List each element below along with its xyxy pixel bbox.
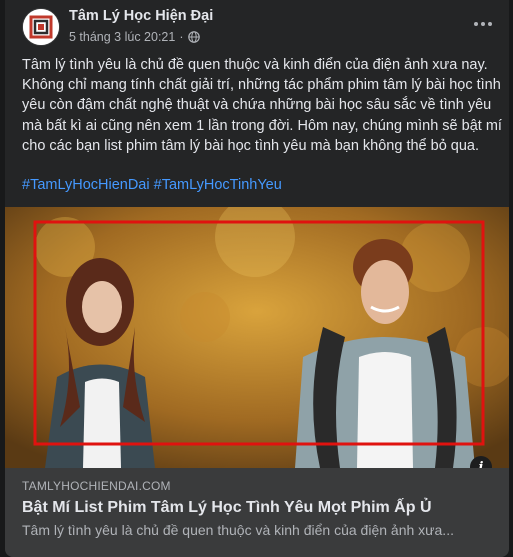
post-body-text: Tâm lý tình yêu là chủ đề quen thuộc và … — [22, 57, 506, 154]
link-preview-bar[interactable]: TAMLYHOCHIENDAI.COM Bật Mí List Phim Tâm… — [5, 468, 509, 557]
more-dot-icon — [474, 22, 478, 26]
link-title[interactable]: Bật Mí List Phim Tâm Lý Học Tình Yêu Mọt… — [22, 499, 432, 517]
page-logo-icon — [23, 9, 59, 45]
globe-icon[interactable] — [187, 31, 200, 43]
meta-separator: · — [179, 30, 184, 44]
post-card: Tâm Lý Học Hiện Đại 5 tháng 3 lúc 20:21 … — [5, 0, 509, 557]
movie-still-image — [5, 207, 509, 468]
link-preview-image[interactable]: i — [5, 207, 509, 468]
more-options-button[interactable] — [469, 10, 497, 38]
post-timestamp[interactable]: 5 tháng 3 lúc 20:21 — [69, 30, 175, 44]
post-meta: 5 tháng 3 lúc 20:21 · — [69, 30, 200, 44]
post-header: Tâm Lý Học Hiện Đại 5 tháng 3 lúc 20:21 … — [5, 0, 509, 50]
hashtag-row: #TamLyHocHienDai #TamLyHocTinhYeu — [22, 177, 282, 193]
link-domain: TAMLYHOCHIENDAI.COM — [22, 479, 171, 493]
page-name[interactable]: Tâm Lý Học Hiện Đại — [69, 8, 213, 24]
hashtag-link[interactable]: #TamLyHocTinhYeu — [154, 177, 282, 193]
link-description: Tâm lý tình yêu là chủ đề quen thuộc và … — [22, 522, 454, 538]
hashtag-link[interactable]: #TamLyHocHienDai — [22, 177, 150, 193]
page-avatar[interactable] — [22, 8, 60, 46]
more-dot-icon — [481, 22, 485, 26]
more-dot-icon — [488, 22, 492, 26]
